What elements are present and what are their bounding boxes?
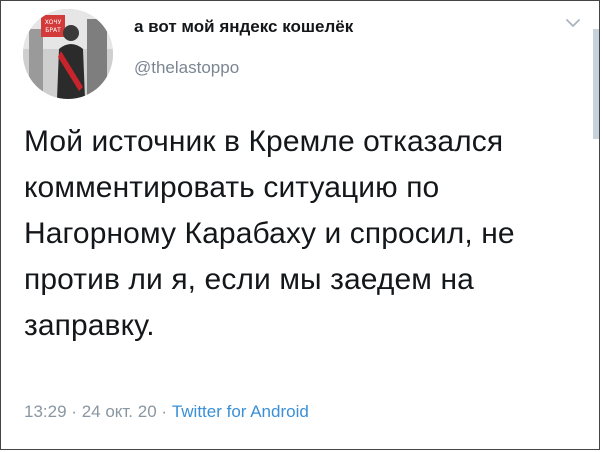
- chevron-down-icon[interactable]: [565, 17, 581, 29]
- user-names: а вот мой яндекс кошелёк @thelastoppo: [134, 17, 353, 78]
- svg-text:БРАТ: БРАТ: [45, 27, 61, 34]
- tweet-text: Мой источник в Кремле отказался комменти…: [24, 125, 515, 342]
- user-handle[interactable]: @thelastoppo: [134, 58, 353, 78]
- tweet-time[interactable]: 13:29: [24, 402, 67, 421]
- avatar-photo: ХОЧУ БРАТ: [23, 9, 113, 99]
- tweet-header: ХОЧУ БРАТ а вот мой яндекс кошелёк @thel…: [23, 9, 353, 99]
- tweet-date[interactable]: 24 окт. 20: [82, 402, 157, 421]
- meta-separator: ·: [71, 402, 77, 421]
- svg-text:ХОЧУ: ХОЧУ: [45, 19, 62, 26]
- tweet-source-link[interactable]: Twitter for Android: [172, 402, 309, 421]
- avatar[interactable]: ХОЧУ БРАТ: [23, 9, 113, 99]
- meta-separator: ·: [161, 402, 168, 421]
- tweet-meta: 13:29 · 24 окт. 20 · Twitter for Android: [24, 402, 309, 422]
- scrollbar[interactable]: [593, 29, 599, 139]
- tweet-card: ХОЧУ БРАТ а вот мой яндекс кошелёк @thel…: [0, 0, 600, 450]
- display-name[interactable]: а вот мой яндекс кошелёк: [134, 17, 353, 37]
